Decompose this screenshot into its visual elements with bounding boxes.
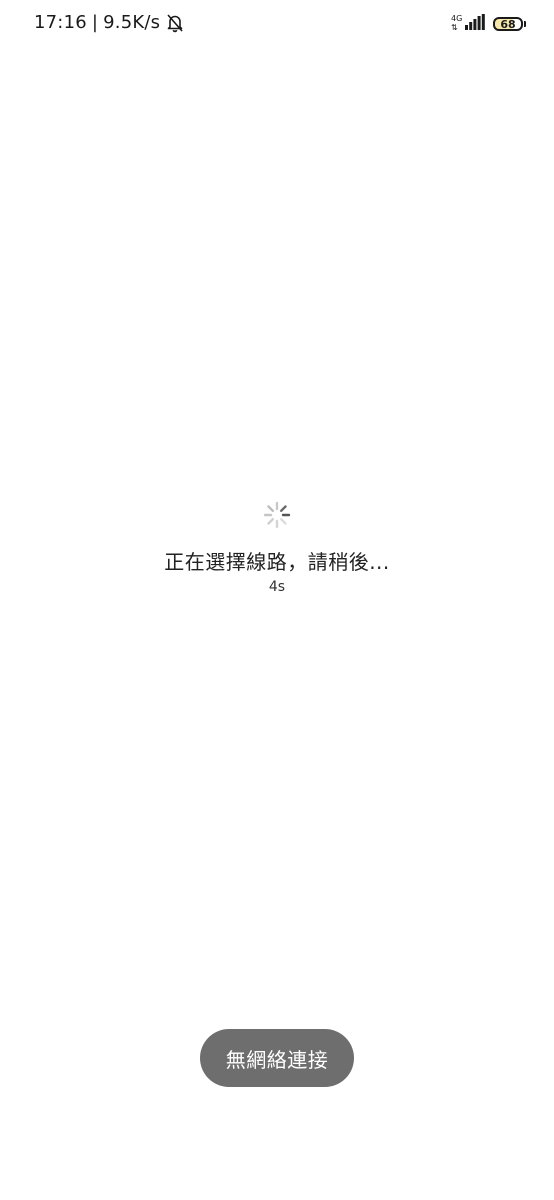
countdown-timer: 4s: [268, 579, 286, 595]
status-bar-right: 4G ⇅ 68: [451, 14, 526, 34]
toast-no-network: 無網絡連接: [200, 1029, 354, 1087]
network-speed: 9.5K/s: [103, 12, 161, 33]
network-type-label: 4G: [451, 14, 463, 23]
signal-icon: [465, 14, 485, 34]
loading-message: 正在選擇線路，請稍後...: [164, 550, 390, 574]
loading-container: 正在選擇線路，請稍後... 4s: [0, 500, 554, 595]
network-type-indicator: 4G ⇅: [451, 14, 463, 34]
status-separator: |: [91, 12, 99, 33]
battery-cap: [524, 21, 526, 27]
status-bar-left: 17:16 | 9.5K/s: [34, 12, 184, 33]
clock: 17:16: [34, 12, 87, 33]
toast-message: 無網絡連接: [225, 1047, 329, 1072]
loading-spinner-icon: [263, 501, 291, 529]
bell-off-icon: [166, 13, 184, 33]
status-bar: 17:16 | 9.5K/s 4G ⇅ 68: [0, 0, 554, 48]
battery-icon: 68: [493, 17, 523, 31]
battery-level: 68: [500, 17, 516, 31]
data-activity-icon: ⇅: [451, 23, 458, 32]
